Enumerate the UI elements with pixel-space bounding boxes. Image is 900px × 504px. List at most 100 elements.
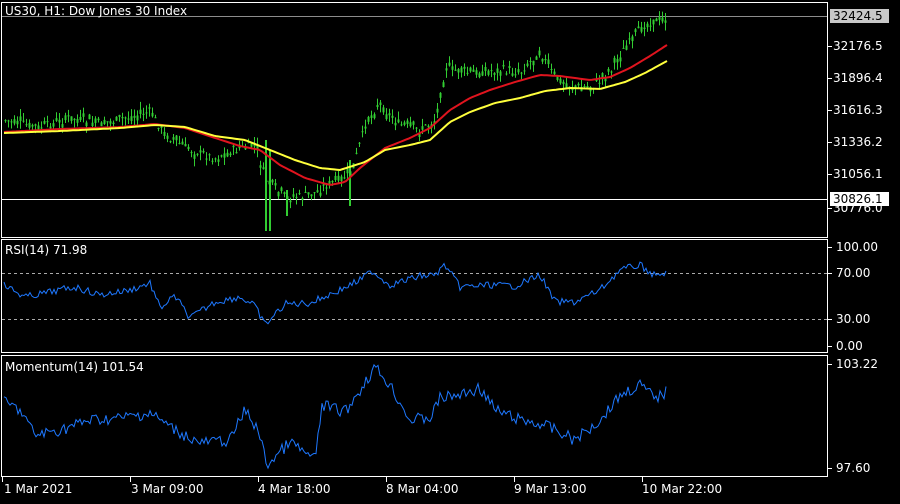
candle-body bbox=[43, 120, 46, 124]
candle-body bbox=[199, 150, 202, 153]
candle-body bbox=[277, 191, 280, 197]
candle-body bbox=[514, 74, 517, 76]
rsi-tick: 0.00 bbox=[836, 339, 863, 353]
candle-body bbox=[115, 116, 118, 121]
price-tick: 31616.3 bbox=[833, 103, 883, 117]
candle-body bbox=[271, 179, 274, 183]
candle-body bbox=[103, 119, 106, 125]
candle-body bbox=[37, 125, 40, 130]
candle-body bbox=[154, 117, 157, 119]
chart-terminal[interactable]: US30, H1: Dow Jones 30 Index RSI(14) 71.… bbox=[0, 0, 900, 500]
candle-body bbox=[19, 116, 22, 121]
candle-body bbox=[382, 107, 385, 113]
candle-body bbox=[79, 117, 82, 120]
candle-body bbox=[337, 175, 340, 181]
candle-body bbox=[82, 113, 85, 117]
candle-body bbox=[544, 58, 547, 61]
candle-body bbox=[403, 122, 406, 125]
price-tick: 31056.1 bbox=[833, 167, 883, 181]
candle-body bbox=[229, 153, 232, 156]
candle-body bbox=[487, 70, 490, 75]
candle-body bbox=[664, 20, 667, 23]
candle-body bbox=[10, 121, 13, 123]
rsi-tick: 70.00 bbox=[836, 266, 871, 280]
candlestick-series[interactable] bbox=[4, 11, 667, 231]
price-tick: 32176.5 bbox=[833, 39, 883, 53]
candle-body bbox=[196, 153, 199, 155]
time-tick: 8 Mar 04:00 bbox=[386, 482, 459, 496]
candle-body bbox=[316, 190, 319, 193]
candle-body bbox=[538, 50, 541, 56]
candle-body bbox=[373, 114, 376, 119]
candle-body bbox=[415, 127, 418, 129]
candle-body bbox=[259, 165, 262, 168]
candle-body bbox=[646, 23, 649, 28]
candle-body bbox=[235, 152, 238, 154]
candle-body bbox=[613, 57, 616, 63]
candle-body bbox=[586, 86, 589, 88]
candle-body bbox=[526, 63, 529, 66]
candle-body bbox=[517, 69, 520, 73]
candle-body bbox=[88, 114, 91, 120]
candle-body bbox=[133, 115, 136, 118]
candle-body bbox=[46, 121, 49, 123]
candle-body bbox=[112, 122, 115, 125]
rsi-line bbox=[3, 261, 667, 325]
time-tick: 9 Mar 13:00 bbox=[514, 482, 587, 496]
candle-body bbox=[655, 18, 658, 22]
candle-body bbox=[283, 192, 286, 195]
candle-body bbox=[421, 126, 424, 130]
candle-body bbox=[22, 120, 25, 122]
candle-body bbox=[520, 72, 523, 74]
candle-body bbox=[490, 70, 493, 72]
candle-body bbox=[118, 114, 121, 117]
candle-body bbox=[175, 135, 178, 141]
candle-body bbox=[388, 113, 391, 116]
candle-body bbox=[478, 73, 481, 78]
candle-body bbox=[394, 122, 397, 126]
candle-body bbox=[163, 131, 166, 136]
candle-body bbox=[652, 19, 655, 25]
candle-body bbox=[214, 158, 217, 160]
candle-body bbox=[607, 68, 610, 72]
candle-body bbox=[619, 57, 622, 62]
candle-body bbox=[550, 68, 553, 70]
candle-body bbox=[121, 117, 124, 119]
price-tick: 31896.4 bbox=[833, 71, 883, 85]
candle-body bbox=[94, 118, 97, 123]
candle-body bbox=[280, 187, 283, 192]
chart-canvas[interactable] bbox=[0, 0, 900, 500]
candle-body bbox=[424, 124, 427, 126]
candle-body bbox=[445, 68, 448, 71]
candle-body bbox=[7, 120, 10, 122]
candle-body bbox=[331, 180, 334, 183]
candle-body bbox=[334, 175, 337, 181]
time-tick: 4 Mar 18:00 bbox=[258, 482, 331, 496]
candle-body bbox=[508, 65, 511, 69]
candle-body bbox=[148, 107, 151, 109]
rsi-label: RSI(14) 71.98 bbox=[5, 243, 88, 257]
candle-body bbox=[454, 69, 457, 71]
candle-body bbox=[139, 109, 142, 114]
candle-body bbox=[70, 116, 73, 121]
candle-body bbox=[475, 70, 478, 75]
time-tick: 3 Mar 09:00 bbox=[131, 482, 204, 496]
candle-body bbox=[202, 150, 205, 153]
candle-body bbox=[85, 122, 88, 127]
candle-body bbox=[178, 143, 181, 145]
candle-body bbox=[628, 38, 631, 40]
candle-body bbox=[634, 29, 637, 33]
candle-body bbox=[355, 152, 358, 154]
chart-title: US30, H1: Dow Jones 30 Index bbox=[5, 4, 188, 18]
candle-body bbox=[184, 144, 187, 147]
candle-body bbox=[187, 146, 190, 150]
candle-body bbox=[601, 73, 604, 78]
candle-body bbox=[262, 167, 265, 170]
candle-body bbox=[61, 124, 64, 128]
candle-body bbox=[226, 152, 229, 157]
candle-body bbox=[499, 71, 502, 76]
candle-body bbox=[400, 124, 403, 126]
candle-body bbox=[124, 117, 127, 119]
candle-body bbox=[28, 122, 31, 128]
candle-body bbox=[523, 70, 526, 72]
